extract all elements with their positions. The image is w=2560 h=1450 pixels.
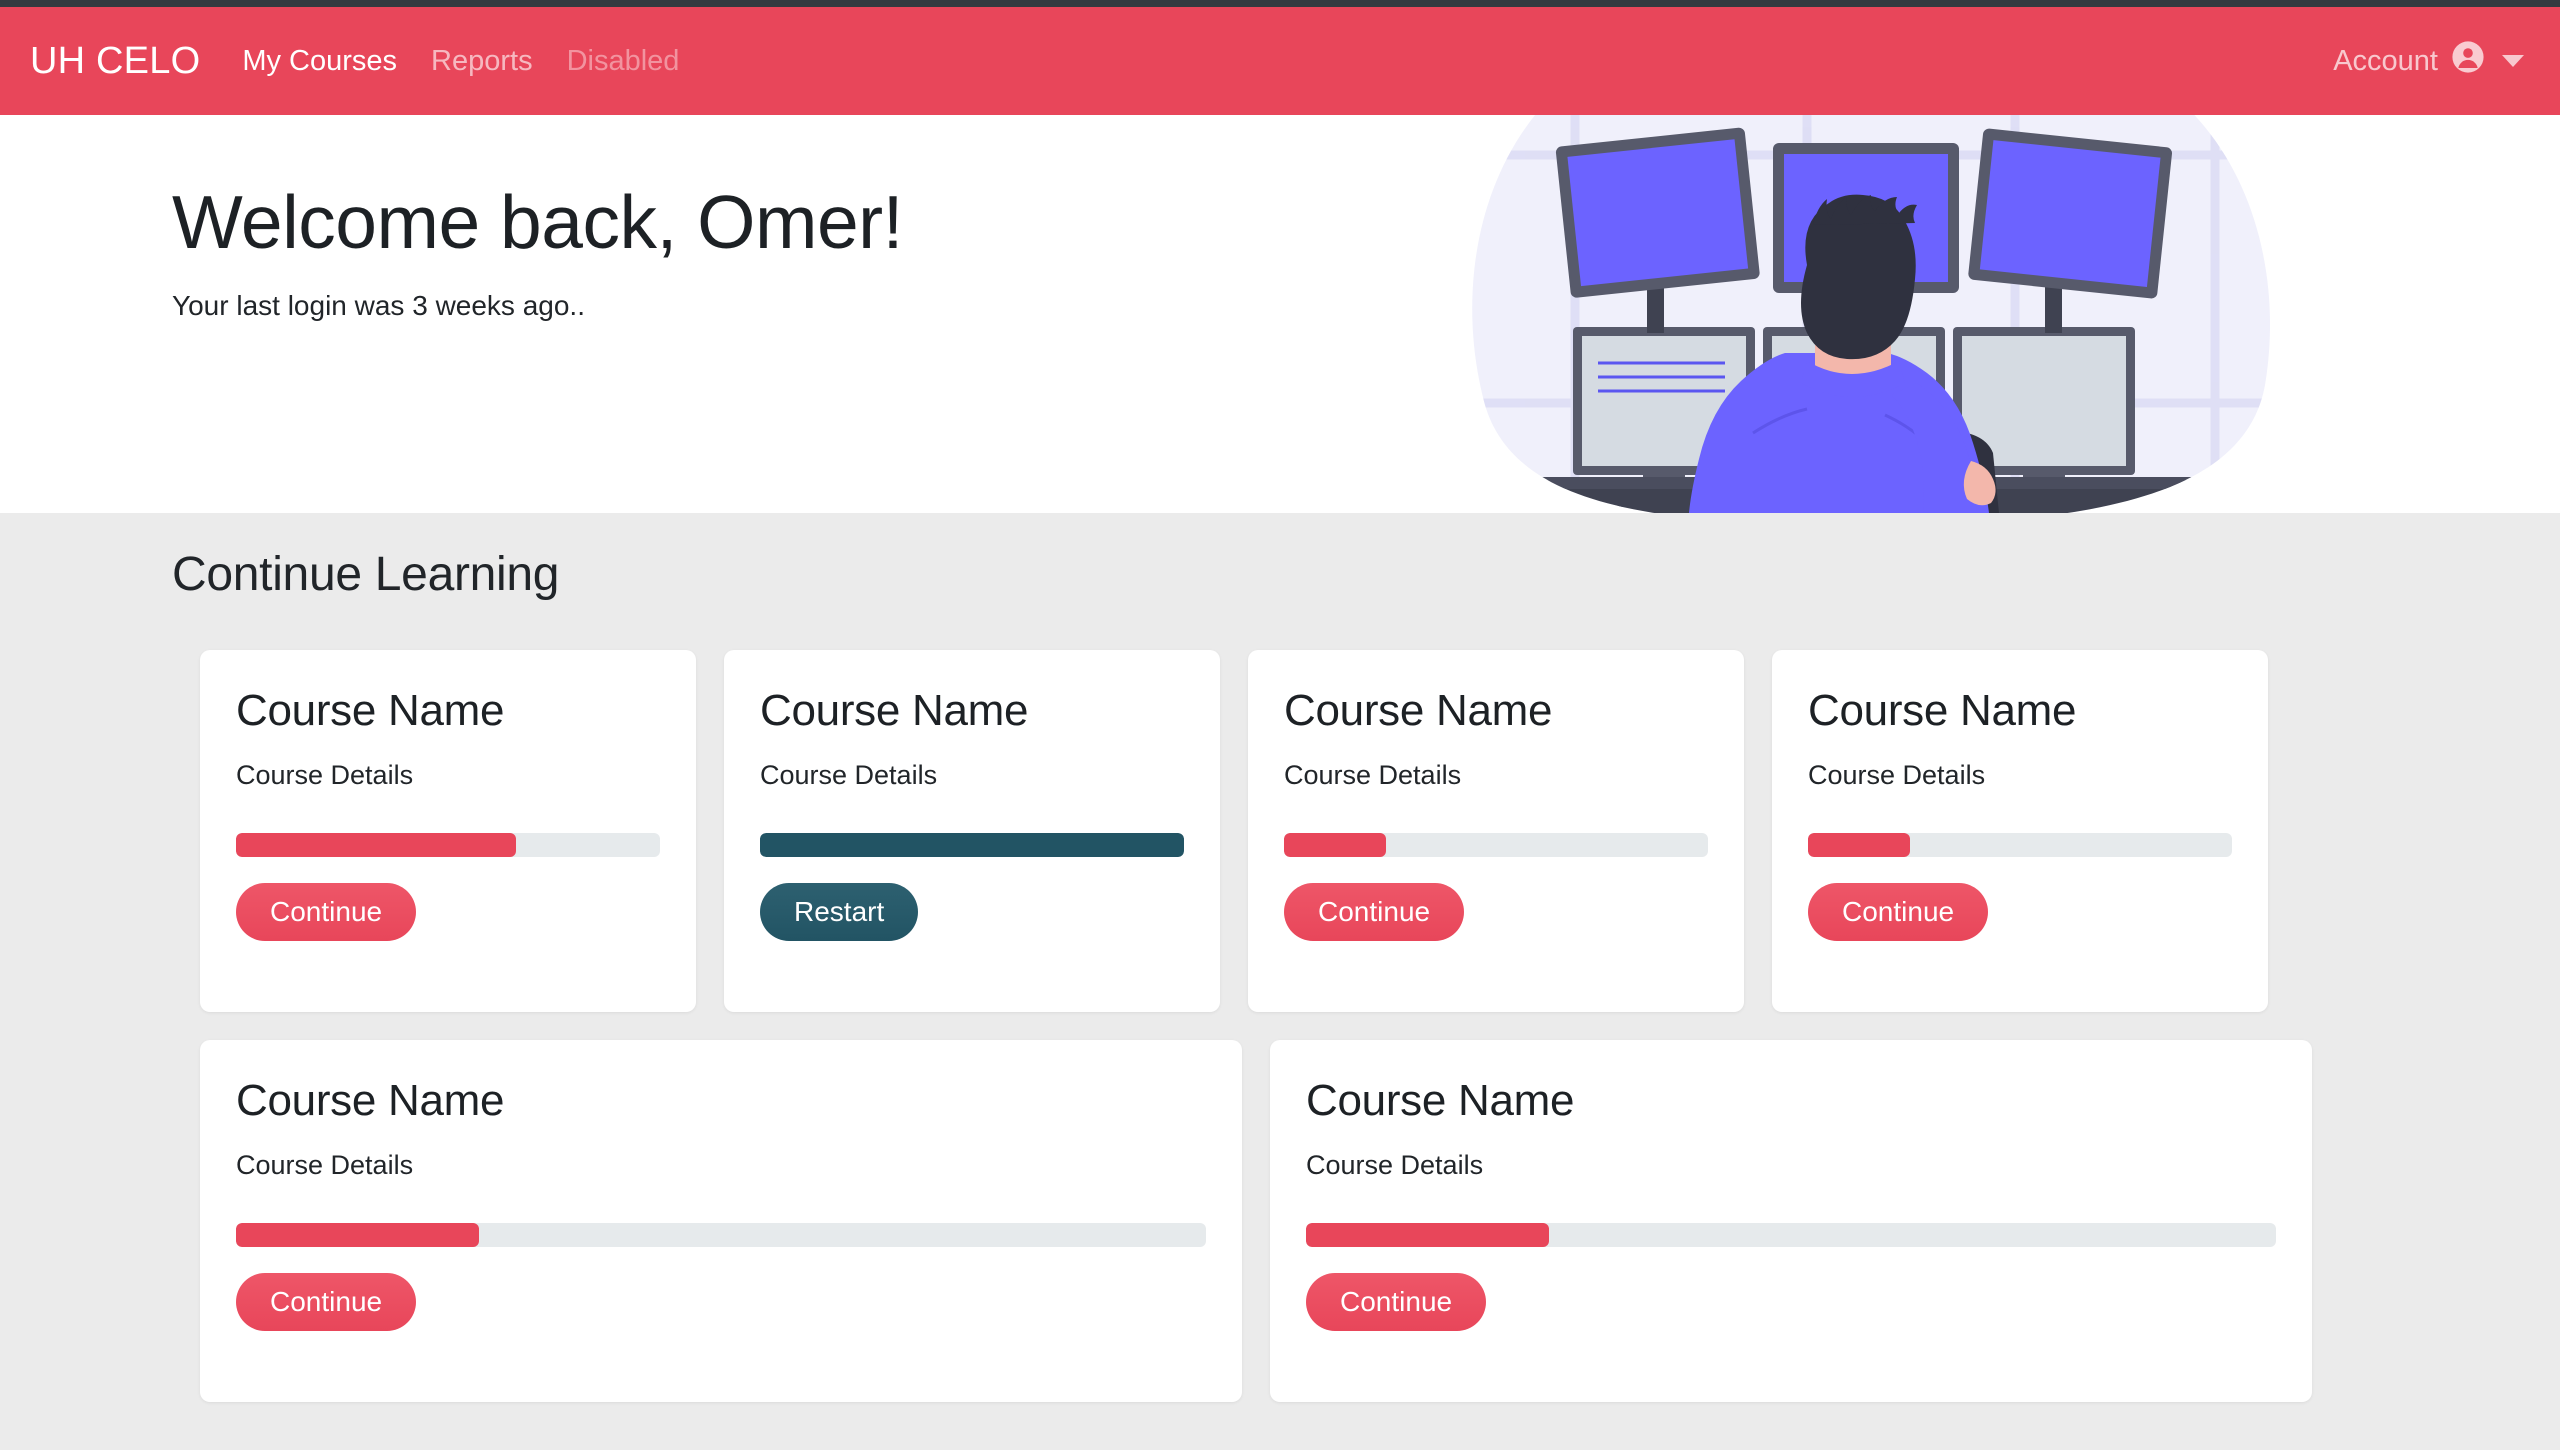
course-progress-fill [1306, 1223, 1549, 1248]
course-card-details: Course Details [760, 760, 938, 791]
course-progress-bar [1808, 833, 2232, 858]
continue-button[interactable]: Continue [1284, 883, 1465, 942]
course-card: Course Name Course Details Continue [1248, 650, 1744, 1012]
course-card-title: Course Name [1808, 686, 2077, 735]
course-card-details: Course Details [1306, 1150, 1484, 1181]
nav-links: My Courses Reports Disabled [242, 45, 679, 78]
hero-banner: Welcome back, Omer! Your last login was … [0, 115, 2560, 513]
page-title: Welcome back, Omer! [172, 180, 903, 264]
course-card: Course Name Course Details Restart [724, 650, 1220, 1012]
continue-button[interactable]: Continue [236, 883, 417, 942]
continue-button[interactable]: Continue [236, 1273, 417, 1332]
course-progress-bar [760, 833, 1184, 858]
course-card: Course Name Course Details Continue [200, 650, 696, 1012]
account-label: Account [2333, 44, 2438, 77]
continue-learning-section: Continue Learning Course Name Course Deta… [0, 513, 2560, 1450]
continue-button[interactable]: Continue [1808, 883, 1989, 942]
course-card-details: Course Details [1808, 760, 1986, 791]
course-card: Course Name Course Details Continue [1772, 650, 2268, 1012]
brand-logo[interactable]: UH CELO [30, 40, 200, 83]
course-progress-fill [236, 833, 516, 858]
main-navbar: UH CELO My Courses Reports Disabled Acco… [0, 7, 2560, 115]
course-progress-fill [236, 1223, 479, 1248]
section-title: Continue Learning [172, 548, 560, 601]
course-progress-fill [1808, 833, 1910, 858]
course-progress-fill [1284, 833, 1386, 858]
nav-link-reports[interactable]: Reports [431, 45, 533, 78]
hero-text-block: Welcome back, Omer! Your last login was … [172, 183, 903, 322]
person-circle-icon [2451, 40, 2485, 82]
course-card-title: Course Name [1306, 1076, 1575, 1125]
last-login-text: Your last login was 3 weeks ago.. [172, 289, 585, 321]
course-card: Course Name Course Details Continue [200, 1040, 1242, 1402]
course-card-grid: Course Name Course Details Continue Course … [0, 650, 2560, 1402]
course-card-details: Course Details [1284, 760, 1462, 791]
chevron-down-icon [2502, 55, 2524, 67]
window-top-strip [0, 0, 2560, 7]
continue-button[interactable]: Continue [1306, 1273, 1487, 1332]
nav-link-disabled: Disabled [566, 44, 680, 77]
course-card-title: Course Name [236, 1076, 505, 1125]
course-progress-bar [1306, 1223, 2276, 1248]
account-menu[interactable]: Account [2333, 40, 2524, 82]
course-progress-bar [236, 1223, 1206, 1248]
course-progress-fill [760, 833, 1184, 858]
course-card-title: Course Name [236, 686, 505, 735]
restart-button[interactable]: Restart [760, 883, 919, 942]
course-card: Course Name Course Details Continue [1270, 1040, 2312, 1402]
course-card-title: Course Name [1284, 686, 1553, 735]
workstation-illustration [1455, 115, 2275, 513]
course-card-details: Course Details [236, 760, 414, 791]
course-card-title: Course Name [760, 686, 1029, 735]
nav-link-my-courses[interactable]: My Courses [242, 45, 397, 78]
course-card-details: Course Details [236, 1150, 414, 1181]
course-progress-bar [236, 833, 660, 858]
course-progress-bar [1284, 833, 1708, 858]
